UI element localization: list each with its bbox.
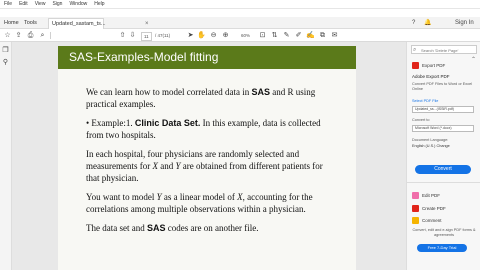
language-value[interactable]: English (U.S.) Change <box>412 144 476 149</box>
free-trial-button[interactable]: Free 7-Day Trial <box>417 244 467 252</box>
menu-file[interactable]: File <box>4 0 12 8</box>
slide-paragraph: In each hospital, four physicians are ra… <box>86 149 323 183</box>
page-total: / 47(11) <box>155 33 171 38</box>
comment-tool[interactable]: Comment <box>412 217 442 224</box>
document-view[interactable]: SAS-Examples-Model fitting We can learn … <box>12 42 406 270</box>
slide-page: SAS-Examples-Model fitting We can learn … <box>58 46 356 270</box>
zoom-out-icon[interactable]: ⊖ <box>209 31 218 40</box>
comment-icon <box>412 217 419 224</box>
highlight-icon[interactable]: ✐ <box>294 31 303 40</box>
left-rail: ❐ ⚲ <box>0 42 12 270</box>
tab-document-label: Updated_sastam_ts... <box>52 21 106 27</box>
slide-paragraph: You want to model Y as a linear model of… <box>86 192 313 214</box>
slide-title: SAS-Examples-Model fitting <box>69 50 219 64</box>
thumbnails-icon[interactable]: ❐ <box>1 46 10 55</box>
toolbar-divider <box>50 32 51 39</box>
create-pdf-icon <box>412 205 419 212</box>
zoom-in-icon[interactable]: ⊕ <box>221 31 230 40</box>
convert-button[interactable]: Convert <box>415 165 471 174</box>
print-icon[interactable]: ⎙ <box>26 31 35 40</box>
page-up-icon[interactable]: ⇧ <box>118 31 127 40</box>
select-cursor-icon[interactable]: ➤ <box>186 31 195 40</box>
slide-body: We can learn how to model correlated dat… <box>86 86 336 241</box>
bookmark-icon[interactable]: ☆ <box>3 31 12 40</box>
menu-bar: File Edit View Sign Window Help <box>0 0 480 9</box>
edit-pdf-tool[interactable]: Edit PDF <box>412 192 440 199</box>
scroll-icon[interactable]: ⇅ <box>270 31 279 40</box>
tab-home[interactable]: Home <box>4 18 19 28</box>
search-icon: ⌕ <box>413 47 417 53</box>
tools-search-input[interactable] <box>421 46 476 54</box>
convert-to-select[interactable]: Microsoft Word (*.docx) <box>412 125 474 132</box>
create-pdf-tool[interactable]: Create PDF <box>412 205 446 212</box>
fit-page-icon[interactable]: ⊡ <box>258 31 267 40</box>
comment-icon[interactable]: ✎ <box>282 31 291 40</box>
search-icon[interactable]: ⌕ <box>38 31 47 40</box>
sign-in-link[interactable]: Sign In <box>455 18 474 28</box>
share-icon[interactable]: ✉ <box>330 31 339 40</box>
tab-row: Home Tools Updated_sastam_ts... × ? 🔔 Si… <box>0 17 480 29</box>
slide-paragraph: We can learn how to model correlated dat… <box>86 87 316 109</box>
export-pdf-tool[interactable]: Export PDF <box>412 62 445 69</box>
tools-search[interactable]: ⌕ <box>411 45 477 54</box>
menu-sign[interactable]: Sign <box>52 0 62 8</box>
tab-tools[interactable]: Tools <box>24 18 37 28</box>
hand-icon[interactable]: ✋ <box>197 31 206 40</box>
promo-text: Convert, edit and e-sign PDF forms & agr… <box>412 228 476 237</box>
attachment-icon[interactable]: ⚲ <box>1 58 10 67</box>
close-icon[interactable]: × <box>145 19 149 29</box>
selected-file-field[interactable]: Updated_ss...(ISSIR.pdf) <box>412 106 474 113</box>
select-file-link[interactable]: Select PDF File <box>412 99 476 104</box>
page-down-icon[interactable]: ⇩ <box>128 31 137 40</box>
page-number-input[interactable]: 11 <box>141 32 152 41</box>
tab-document[interactable]: Updated_sastam_ts... × <box>48 18 149 29</box>
stamp-icon[interactable]: ⧉ <box>318 31 327 40</box>
tools-panel: ⌕ ⌃ Export PDF Adobe Export PDF Convert … <box>406 42 480 270</box>
slide-paragraph: • Example:1. Clinic Data Set. In this ex… <box>86 118 321 140</box>
menu-window[interactable]: Window <box>69 0 87 8</box>
bell-icon[interactable]: 🔔 <box>424 18 431 28</box>
adobe-export-heading: Adobe Export PDF <box>412 74 450 79</box>
export-pdf-icon <box>412 62 419 69</box>
chevron-up-icon[interactable]: ⌃ <box>471 56 476 63</box>
menu-edit[interactable]: Edit <box>19 0 28 8</box>
panel-divider <box>407 182 480 183</box>
slide-title-bar: SAS-Examples-Model fitting <box>58 46 356 69</box>
toolbar: ☆ ⇪ ⎙ ⌕ ⇧ ⇩ 11 / 47(11) ➤ ✋ ⊖ ⊕ 60% ⊡ ⇅ … <box>0 29 480 42</box>
menu-help[interactable]: Help <box>94 0 104 8</box>
zoom-level[interactable]: 60% <box>241 32 250 39</box>
slide-paragraph: The data set and SAS codes are on anothe… <box>86 223 259 233</box>
upload-icon[interactable]: ⇪ <box>14 31 23 40</box>
menu-view[interactable]: View <box>35 0 46 8</box>
convert-description: Convert PDF Files to Word or Excel Onlin… <box>412 82 473 91</box>
language-label: Document Language: <box>412 138 449 142</box>
convert-to-label: Convert to <box>412 118 430 122</box>
help-icon[interactable]: ? <box>412 18 415 28</box>
edit-pdf-icon <box>412 192 419 199</box>
sign-icon[interactable]: ✍ <box>306 31 315 40</box>
